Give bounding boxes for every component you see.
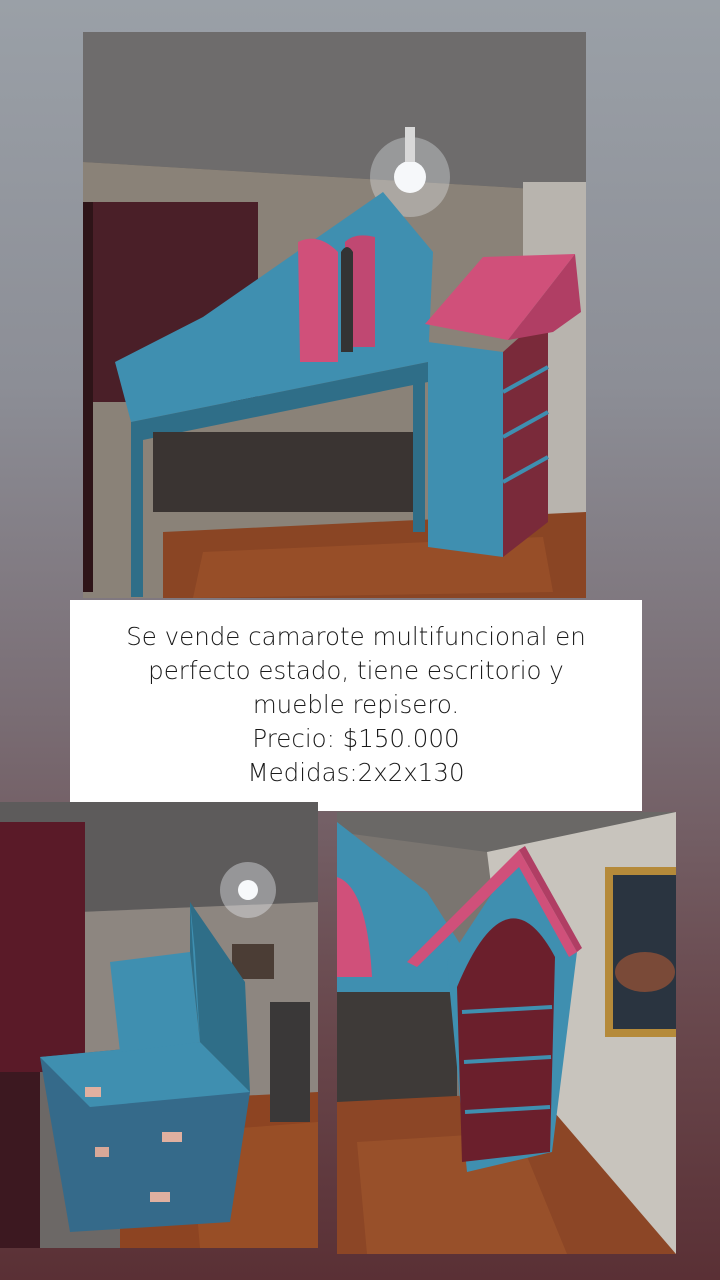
description-line-1: Se vende camarote multifuncional en — [126, 622, 586, 651]
photo-main-loft-bed — [83, 32, 586, 598]
price-text: Precio: $150.000 — [252, 724, 460, 753]
description-line-3: mueble repisero. — [252, 690, 460, 719]
description-line-2: perfecto estado, tiene escritorio y — [148, 656, 564, 685]
measurements-text: Medidas:2x2x130 — [247, 758, 465, 787]
description-card: Se vende camarote multifuncional en perf… — [70, 600, 642, 811]
photo-stairs-drawers — [0, 802, 318, 1248]
photo-shelf-tower — [337, 812, 676, 1254]
